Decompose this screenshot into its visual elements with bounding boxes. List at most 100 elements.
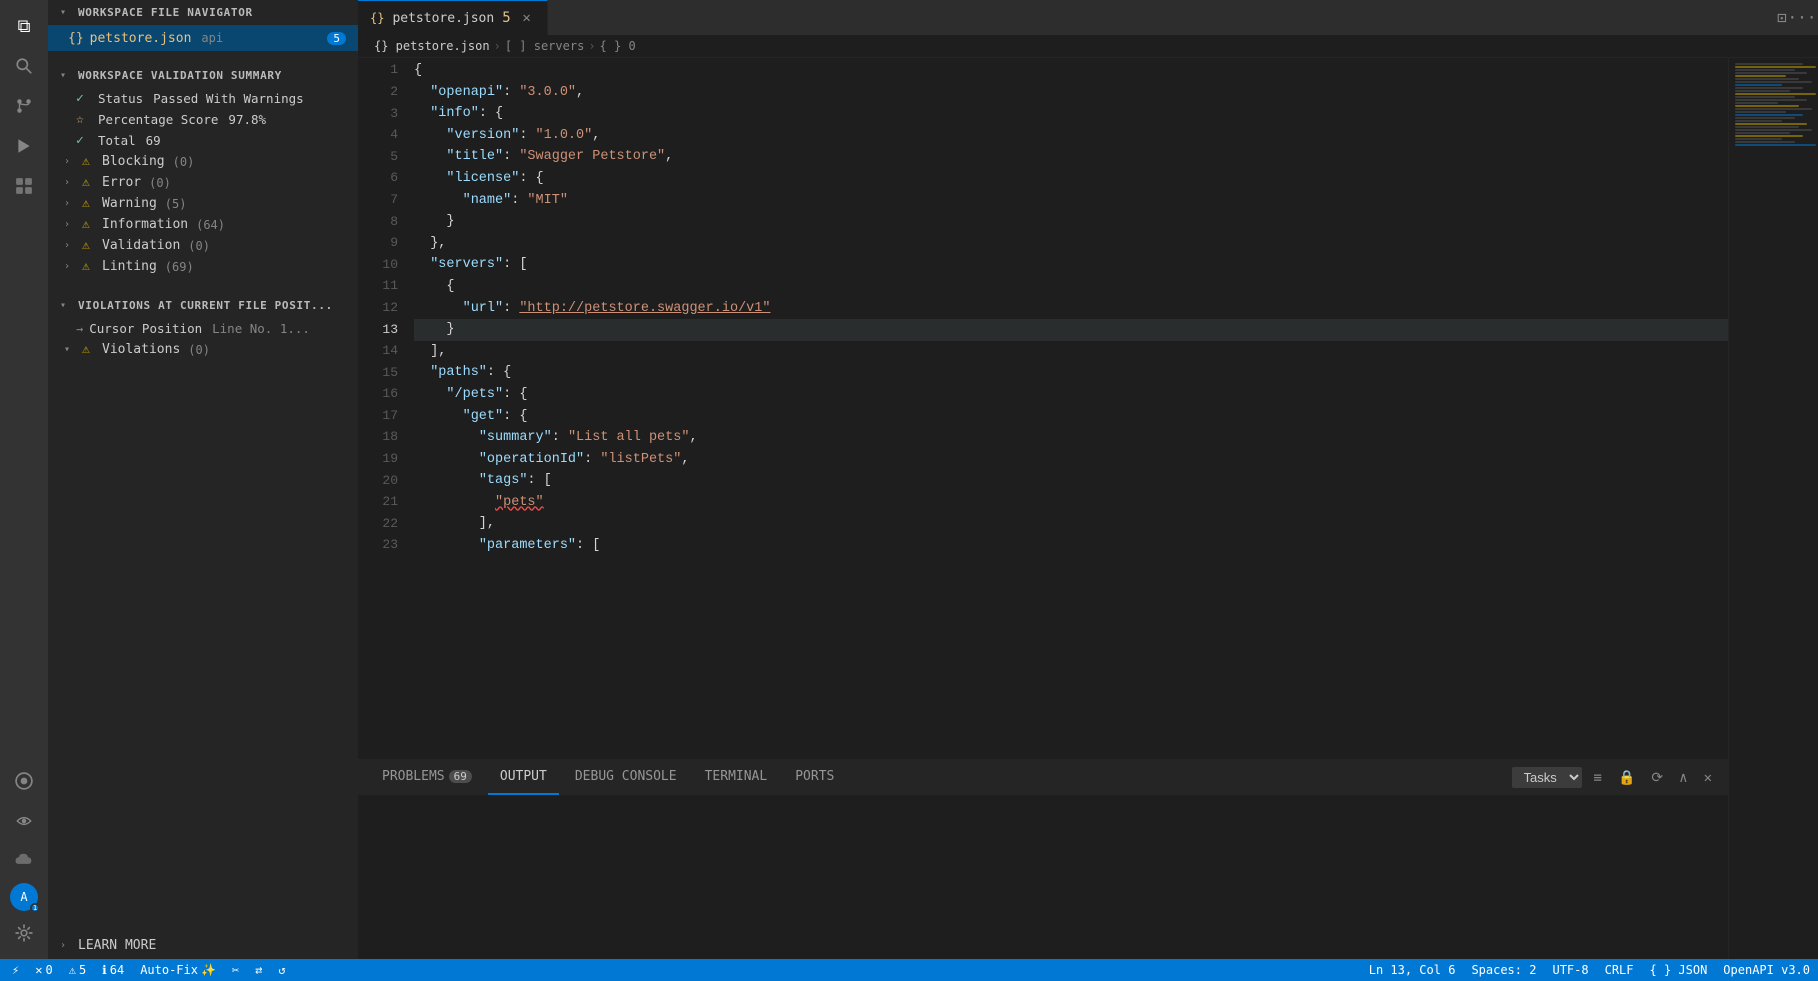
- github-icon[interactable]: [6, 763, 42, 799]
- panel-list-icon[interactable]: ≡: [1590, 768, 1606, 788]
- breadcrumb-servers[interactable]: [ ] servers: [505, 39, 584, 53]
- json-file-icon: {}: [68, 31, 84, 46]
- main-container: ▾ WORKSPACE FILE NAVIGATOR {} petstore.j…: [48, 0, 1818, 959]
- violations-section-header[interactable]: ▾ VIOLATIONS AT CURRENT FILE POSIT...: [48, 293, 358, 318]
- code-line-19: "operationId": "listPets",: [414, 449, 1728, 471]
- line-ending-status[interactable]: CRLF: [1597, 959, 1642, 981]
- line-num-15: 15: [358, 362, 398, 384]
- git-status-item[interactable]: ⚡: [8, 959, 23, 981]
- search-icon[interactable]: [6, 48, 42, 84]
- language-icon: { } JSON: [1650, 963, 1708, 977]
- tools-item-3[interactable]: ↺: [274, 959, 289, 981]
- code-line-17: "get": {: [414, 406, 1728, 428]
- status-item[interactable]: ✓ Status Passed With Warnings: [48, 88, 358, 109]
- status-left: ⚡ ✕ 0 ⚠ 5 ℹ 64 Auto-Fix ✨ ✂ ⇄ ↺: [0, 959, 298, 981]
- spaces-status-text: Spaces: 2: [1471, 963, 1536, 977]
- errors-status-item[interactable]: ✕ 0: [31, 959, 56, 981]
- api-version-status[interactable]: OpenAPI v3.0: [1715, 959, 1818, 981]
- star-icon: ☆: [76, 112, 92, 127]
- info-status-count: 64: [110, 963, 124, 977]
- run-debug-icon[interactable]: [6, 128, 42, 164]
- panel-close-icon[interactable]: ✕: [1700, 768, 1716, 788]
- validation-row[interactable]: › ⚠ Validation (0): [48, 235, 358, 256]
- output-label: OUTPUT: [500, 769, 547, 784]
- user-avatar[interactable]: A 1: [10, 883, 38, 911]
- chevron-down-violations: ▾: [60, 300, 74, 311]
- encoding-status[interactable]: UTF-8: [1544, 959, 1596, 981]
- warning-status-icon: ⚠: [69, 963, 76, 977]
- code-line-11: {: [414, 276, 1728, 298]
- error-row[interactable]: › ⚠ Error (0): [48, 172, 358, 193]
- code-line-21: "pets": [414, 492, 1728, 514]
- more-actions-button[interactable]: ···: [1794, 10, 1810, 26]
- blocking-row[interactable]: › ⚠ Blocking (0): [48, 151, 358, 172]
- autofix-item[interactable]: Auto-Fix ✨: [136, 959, 220, 981]
- panel-chevron-up-icon[interactable]: ∧: [1675, 768, 1691, 788]
- line-num-6: 6: [358, 168, 398, 190]
- learn-more-section[interactable]: › LEARN MORE: [48, 932, 358, 959]
- breadcrumb-file[interactable]: {} petstore.json: [374, 39, 490, 53]
- tab-json-icon: {}: [370, 11, 384, 25]
- code-line-20: "tags": [: [414, 470, 1728, 492]
- panel-tabs: PROBLEMS 69 OUTPUT DEBUG CONSOLE TERMINA…: [358, 760, 1728, 795]
- petstore-tab[interactable]: {} petstore.json 5 ✕: [358, 0, 548, 35]
- code-line-9: },: [414, 233, 1728, 255]
- petstore-file-item[interactable]: {} petstore.json api 5: [48, 25, 358, 51]
- tab-name: petstore.json: [392, 11, 494, 26]
- source-control-icon[interactable]: [6, 88, 42, 124]
- line-num-12: 12: [358, 298, 398, 320]
- info-status-item[interactable]: ℹ 64: [98, 959, 128, 981]
- cloud-icon[interactable]: [6, 843, 42, 879]
- tools-item-1[interactable]: ✂: [228, 959, 243, 981]
- validation-summary-header[interactable]: ▾ WORKSPACE VALIDATION SUMMARY: [48, 63, 358, 88]
- tab-output[interactable]: OUTPUT: [488, 760, 559, 795]
- problems-label: PROBLEMS: [382, 769, 445, 784]
- breadcrumb-index[interactable]: { } 0: [600, 39, 636, 53]
- chevron-right-information: ›: [64, 219, 78, 230]
- tab-terminal[interactable]: TERMINAL: [693, 760, 780, 795]
- remote-icon[interactable]: [6, 803, 42, 839]
- language-status[interactable]: { } JSON: [1642, 959, 1716, 981]
- spaces-status[interactable]: Spaces: 2: [1463, 959, 1544, 981]
- minimap: [1728, 58, 1818, 959]
- code-line-12: "url": "http://petstore.swagger.io/v1": [414, 298, 1728, 320]
- percentage-score-item[interactable]: ☆ Percentage Score 97.8%: [48, 109, 358, 130]
- files-icon[interactable]: ⧉: [6, 8, 42, 44]
- panel-refresh-icon[interactable]: ⟳: [1647, 768, 1667, 788]
- editor-content[interactable]: 1 2 3 4 5 6 7 8 9 10 11 12 13: [358, 58, 1728, 759]
- scissors-icon: ✂: [232, 963, 239, 977]
- tab-ports[interactable]: PORTS: [783, 760, 846, 795]
- status-value: Passed With Warnings: [153, 91, 304, 106]
- cursor-position-item[interactable]: → Cursor Position Line No. 1...: [48, 318, 358, 339]
- code-line-2: "openapi": "3.0.0",: [414, 82, 1728, 104]
- total-item[interactable]: ✓ Total 69: [48, 130, 358, 151]
- warnings-status-item[interactable]: ⚠ 5: [65, 959, 90, 981]
- chevron-right-blocking: ›: [64, 156, 78, 167]
- extensions-icon[interactable]: [6, 168, 42, 204]
- warning-row[interactable]: › ⚠ Warning (5): [48, 193, 358, 214]
- settings-icon[interactable]: [6, 915, 42, 951]
- tab-problems[interactable]: PROBLEMS 69: [370, 760, 484, 795]
- error-icon: ✕: [35, 963, 42, 977]
- editor-container: {} petstore.json 5 ✕ ⊡ ··· {} petstore.j…: [358, 0, 1818, 959]
- panel-lock-icon[interactable]: 🔒: [1614, 768, 1639, 788]
- tasks-selector[interactable]: Tasks: [1512, 767, 1582, 788]
- line-num-8: 8: [358, 211, 398, 233]
- code-line-7: "name": "MIT": [414, 190, 1728, 212]
- chevron-right-validation: ›: [64, 240, 78, 251]
- violations-warn-icon: ⚠: [82, 342, 98, 357]
- line-num-19: 19: [358, 449, 398, 471]
- information-row[interactable]: › ⚠ Information (64): [48, 214, 358, 235]
- violations-count-row[interactable]: ▾ ⚠ Violations (0): [48, 339, 358, 360]
- cursor-pos-status[interactable]: Ln 13, Col 6: [1361, 959, 1464, 981]
- tab-close-button[interactable]: ✕: [519, 10, 535, 26]
- line-num-21: 21: [358, 492, 398, 514]
- code-line-8: }: [414, 211, 1728, 233]
- linting-row[interactable]: › ⚠ Linting (69): [48, 256, 358, 277]
- workspace-navigator-header[interactable]: ▾ WORKSPACE FILE NAVIGATOR: [48, 0, 358, 25]
- blocking-warning-icon: ⚠: [82, 154, 98, 169]
- tab-debug-console[interactable]: DEBUG CONSOLE: [563, 760, 689, 795]
- tools-item-2[interactable]: ⇄: [251, 959, 266, 981]
- error-count: 0: [45, 963, 52, 977]
- editor-split: 1 2 3 4 5 6 7 8 9 10 11 12 13: [358, 58, 1818, 959]
